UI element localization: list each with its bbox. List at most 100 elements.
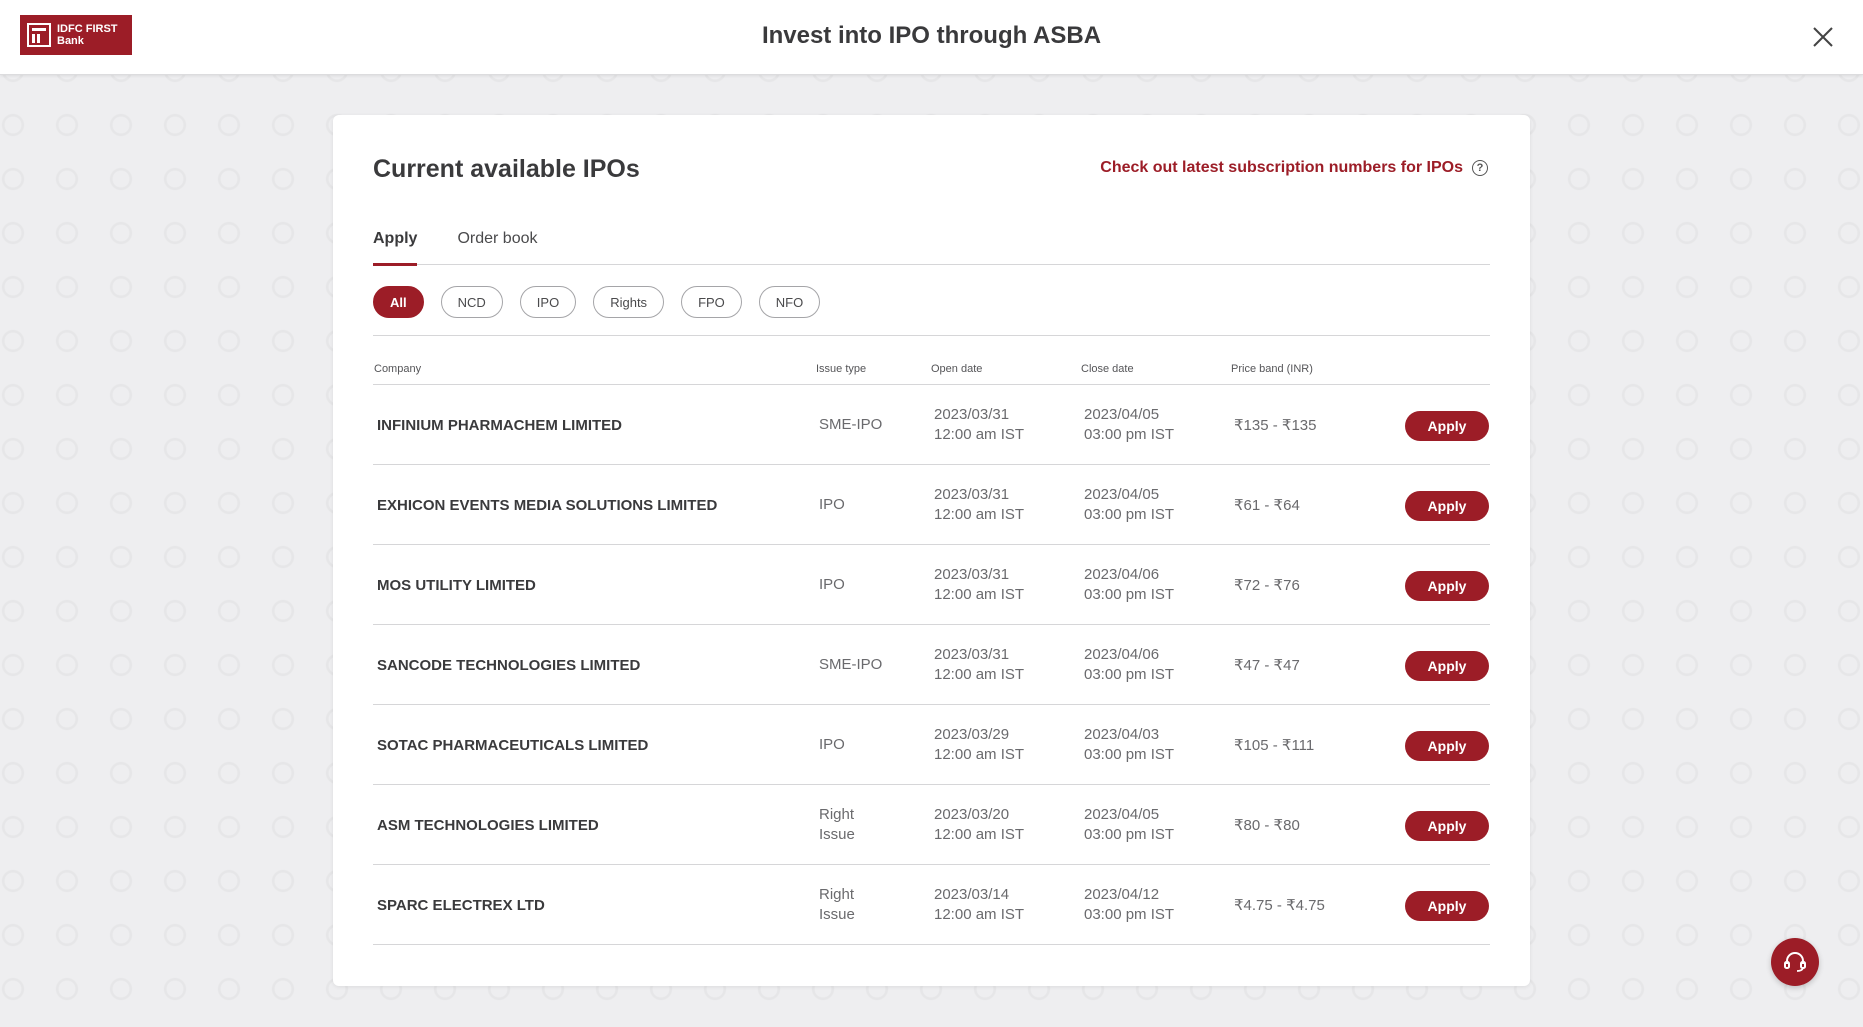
tab-apply[interactable]: Apply [373,223,418,266]
issue-type-line1: IPO [819,496,845,513]
table-row: EXHICON EVENTS MEDIA SOLUTIONS LIMITED IP… [373,465,1490,545]
open-date: 2023/03/20 12:00 am IST [934,785,1074,865]
close-date: 2023/04/05 03:00 pm IST [1084,465,1224,545]
filter-chip-rights[interactable]: Rights [593,286,665,318]
issue-type: Right Issue [819,865,909,945]
apply-button[interactable]: Apply [1405,571,1489,601]
filter-chip-nfo[interactable]: NFO [758,286,821,318]
ipo-card: Current available IPOs Check out latest … [333,115,1530,986]
filter-chip-ipo[interactable]: IPO [519,286,577,318]
apply-button[interactable]: Apply [1405,891,1489,921]
open-time-value: 12:00 am IST [934,426,1025,443]
table-header: Company Issue type Open date Close date … [373,355,1490,385]
close-date: 2023/04/05 03:00 pm IST [1084,785,1224,865]
headset-icon [1784,952,1806,972]
company-name: SANCODE TECHNOLOGIES LIMITED [377,656,641,674]
open-time-value: 12:00 am IST [934,826,1025,843]
open-date: 2023/03/29 12:00 am IST [934,705,1074,785]
open-date: 2023/03/14 12:00 am IST [934,865,1074,945]
subscription-link-text: Check out latest subscription numbers fo… [1100,159,1463,176]
open-date: 2023/03/31 12:00 am IST [934,465,1074,545]
close-time-value: 03:00 pm IST [1084,586,1175,603]
company-name: SOTAC PHARMACEUTICALS LIMITED [377,736,649,754]
close-date-value: 2023/04/05 [1084,486,1160,503]
apply-button[interactable]: Apply [1405,411,1489,441]
column-header-company: Company [374,363,422,375]
price-band: ₹105 - ₹111 [1234,737,1315,754]
tab-bar: Apply Order book [373,223,1490,266]
column-header-close-date: Close date [1081,363,1134,375]
close-time-value: 03:00 pm IST [1084,426,1175,443]
company-name: ASM TECHNOLOGIES LIMITED [377,816,599,834]
company-name: INFINIUM PHARMACHEM LIMITED [377,416,622,434]
help-circle-icon: ? [1472,160,1488,176]
close-date: 2023/04/12 03:00 pm IST [1084,865,1224,945]
close-time-value: 03:00 pm IST [1084,666,1175,683]
close-date-value: 2023/04/03 [1084,726,1160,743]
tab-order-book[interactable]: Order book [457,223,537,265]
issue-type-line1: IPO [819,736,845,753]
apply-button[interactable]: Apply [1405,811,1489,841]
open-date: 2023/03/31 12:00 am IST [934,545,1074,625]
open-date-value: 2023/03/31 [934,566,1010,583]
table-row: ASM TECHNOLOGIES LIMITED Right Issue 2023/0… [373,785,1490,865]
filter-chips: All NCD IPO Rights FPO NFO [373,286,1490,336]
open-time-value: 12:00 am IST [934,746,1025,763]
open-date-value: 2023/03/31 [934,646,1010,663]
filter-chip-ncd[interactable]: NCD [440,286,503,318]
issue-type: IPO [819,705,909,785]
open-date: 2023/03/31 12:00 am IST [934,385,1074,465]
close-time-value: 03:00 pm IST [1084,506,1175,523]
apply-button[interactable]: Apply [1405,491,1489,521]
close-button[interactable] [1810,24,1836,50]
open-date-value: 2023/03/20 [934,806,1010,823]
close-date: 2023/04/05 03:00 pm IST [1084,385,1224,465]
issue-type: IPO [819,465,909,545]
price-band: ₹72 - ₹76 [1234,577,1300,594]
issue-type-line2: Issue [819,826,855,843]
filter-chip-all[interactable]: All [373,286,424,318]
close-icon [1813,27,1833,47]
company-name: SPARC ELECTREX LTD [377,896,545,914]
issue-type-line1: SME-IPO [819,656,883,673]
table-row: INFINIUM PHARMACHEM LIMITED SME-IPO 2023/0… [373,385,1490,465]
close-date-value: 2023/04/05 [1084,806,1160,823]
card-title: Current available IPOs [373,155,640,183]
close-date: 2023/04/06 03:00 pm IST [1084,625,1224,705]
open-date: 2023/03/31 12:00 am IST [934,625,1074,705]
issue-type: SME-IPO [819,385,909,465]
close-date-value: 2023/04/05 [1084,406,1160,423]
open-date-value: 2023/03/14 [934,886,1010,903]
issue-type-line1: Right [819,806,855,823]
table-row: SANCODE TECHNOLOGIES LIMITED SME-IPO 2023/… [373,625,1490,705]
apply-button[interactable]: Apply [1405,731,1489,761]
support-button[interactable] [1771,938,1819,986]
close-date-value: 2023/04/06 [1084,566,1160,583]
open-time-value: 12:00 am IST [934,586,1025,603]
price-band: ₹135 - ₹135 [1234,417,1317,434]
filter-chip-fpo[interactable]: FPO [681,286,742,318]
issue-type-line1: SME-IPO [819,416,883,433]
column-header-price-band: Price band (INR) [1231,363,1313,375]
close-date: 2023/04/03 03:00 pm IST [1084,705,1224,785]
close-time-value: 03:00 pm IST [1084,826,1175,843]
issue-type-line1: IPO [819,576,845,593]
close-date-value: 2023/04/12 [1084,886,1160,903]
price-band: ₹80 - ₹80 [1234,817,1300,834]
company-name: MOS UTILITY LIMITED [377,576,536,594]
table-row: MOS UTILITY LIMITED IPO 2023/03/31 12:00 am… [373,545,1490,625]
open-time-value: 12:00 am IST [934,506,1025,523]
open-time-value: 12:00 am IST [934,666,1025,683]
company-name: EXHICON EVENTS MEDIA SOLUTIONS LIMITED [377,496,718,514]
issue-type-line1: Right [819,886,855,903]
subscription-numbers-link[interactable]: Check out latest subscription numbers fo… [1100,159,1488,177]
apply-button[interactable]: Apply [1405,651,1489,681]
close-date-value: 2023/04/06 [1084,646,1160,663]
open-date-value: 2023/03/31 [934,406,1010,423]
issue-type: Right Issue [819,785,909,865]
close-time-value: 03:00 pm IST [1084,906,1175,923]
column-header-open-date: Open date [931,363,983,375]
close-date: 2023/04/06 03:00 pm IST [1084,545,1224,625]
open-date-value: 2023/03/31 [934,486,1010,503]
issue-type-line2: Issue [819,906,855,923]
